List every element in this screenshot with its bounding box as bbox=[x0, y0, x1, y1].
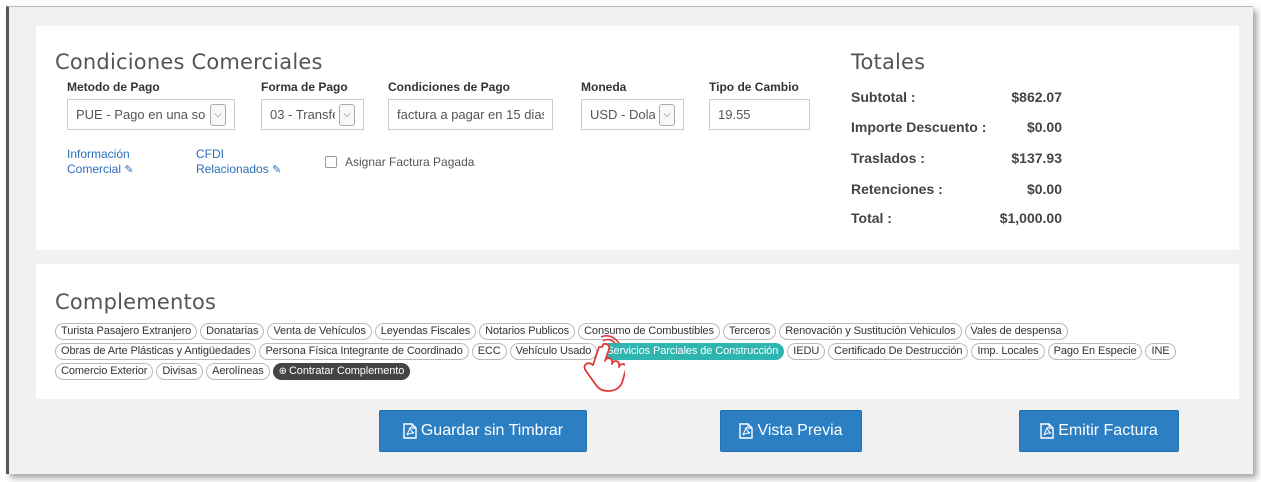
emitir-label: Emitir Factura bbox=[1058, 422, 1158, 439]
emitir-factura-button[interactable]: Emitir Factura bbox=[1019, 410, 1179, 452]
moneda-value: USD - Dolar bbox=[590, 107, 655, 122]
pdf-icon bbox=[1040, 423, 1054, 439]
chip-divisas[interactable]: Divisas bbox=[156, 363, 204, 380]
tipo-cambio-value: 19.55 bbox=[718, 107, 751, 122]
chip-donatarias[interactable]: Donatarias bbox=[200, 323, 265, 340]
chip-servicios-parciales-de-construccion[interactable]: Servicios Parciales de Construcción bbox=[600, 343, 785, 360]
chevron-down-icon: ⌵ bbox=[210, 103, 226, 126]
forma-pago-value: 03 - Transferencia bbox=[270, 107, 335, 122]
cfdi-line2: Relacionados bbox=[196, 162, 269, 176]
pencil-icon: ✎ bbox=[272, 164, 282, 176]
chevron-down-icon: ⌵ bbox=[339, 103, 355, 126]
condiciones-pago-value: factura a pagar en 15 dias bbox=[397, 107, 544, 122]
traslados-label: Traslados : bbox=[851, 150, 925, 166]
forma-pago-label: Forma de Pago bbox=[261, 80, 348, 94]
contratar-label: Contratar Complemento bbox=[288, 365, 405, 377]
total-value: $1,000.00 bbox=[999, 210, 1062, 226]
invoice-frame: Condiciones Comerciales Metodo de Pago P… bbox=[6, 6, 1253, 474]
chip-obras-de-arte-plasticas-y-antiguedades[interactable]: Obras de Arte Plásticas y Antigüedades bbox=[55, 343, 257, 360]
condiciones-title: Condiciones Comerciales bbox=[55, 50, 323, 74]
info-comercial-line2: Comercial bbox=[67, 162, 122, 176]
pdf-icon bbox=[739, 423, 754, 439]
chip-row-3: Comercio Exterior Divisas Aerolíneas ⊕ Contr… bbox=[55, 363, 1235, 380]
chip-certificado-de-destruccion[interactable]: Certificado De Destrucción bbox=[828, 343, 969, 360]
chip-venta-de-vehiculos[interactable]: Venta de Vehículos bbox=[267, 323, 372, 340]
condiciones-panel: Condiciones Comerciales Metodo de Pago P… bbox=[36, 26, 1239, 250]
cfdi-line1: CFDI bbox=[196, 147, 224, 161]
forma-pago-select[interactable]: 03 - Transferencia ⌵ bbox=[261, 99, 364, 130]
hand-pointer-icon bbox=[583, 335, 625, 392]
condiciones-pago-input[interactable]: factura a pagar en 15 dias bbox=[388, 99, 553, 130]
chip-turista-pasajero-extranjero[interactable]: Turista Pasajero Extranjero bbox=[55, 323, 198, 340]
asignar-pagada-label: Asignar Factura Pagada bbox=[345, 155, 475, 169]
chip-row-2: Obras de Arte Plásticas y Antigüedades Pe… bbox=[55, 343, 1235, 360]
chip-row-1: Turista Pasajero Extranjero Donatarias Ven… bbox=[55, 323, 1235, 340]
traslados-value: $137.93 bbox=[1011, 150, 1062, 166]
vista-previa-label: Vista Previa bbox=[757, 422, 843, 439]
chip-ine[interactable]: INE bbox=[1145, 343, 1176, 360]
metodo-pago-label: Metodo de Pago bbox=[67, 80, 160, 94]
complementos-title: Complementos bbox=[55, 290, 217, 314]
plus-circle-icon: ⊕ bbox=[278, 366, 287, 377]
chip-ecc[interactable]: ECC bbox=[471, 343, 507, 360]
guardar-sin-timbrar-button[interactable]: Guardar sin Timbrar bbox=[379, 410, 587, 452]
info-comercial-line1: Información bbox=[67, 147, 130, 161]
informacion-comercial-link[interactable]: Información Comercial ✎ bbox=[67, 147, 134, 178]
moneda-label: Moneda bbox=[581, 80, 627, 94]
descuento-value: $0.00 bbox=[1026, 119, 1062, 135]
retenciones-label: Retenciones : bbox=[851, 181, 943, 197]
moneda-select[interactable]: USD - Dolar ⌵ bbox=[581, 99, 684, 130]
asignar-pagada-checkbox[interactable] bbox=[325, 156, 337, 168]
chip-imp-locales[interactable]: Imp. Locales bbox=[971, 343, 1045, 360]
total-label: Total : bbox=[851, 210, 892, 226]
subtotal-value: $862.07 bbox=[1011, 89, 1062, 105]
chip-notarios-publicos[interactable]: Notarios Publicos bbox=[479, 323, 576, 340]
chip-iedu[interactable]: IEDU bbox=[787, 343, 826, 360]
metodo-pago-value: PUE - Pago en una sola exhibición bbox=[76, 107, 206, 122]
complementos-panel: Complementos Turista Pasajero Extranjero… bbox=[36, 264, 1239, 399]
tipo-cambio-input[interactable]: 19.55 bbox=[709, 99, 810, 130]
chip-terceros[interactable]: Terceros bbox=[722, 323, 777, 340]
chip-persona-fisica-integrante-de-coordinado[interactable]: Persona Física Integrante de Coordinado bbox=[259, 343, 469, 360]
chip-vales-de-despensa[interactable]: Vales de despensa bbox=[964, 323, 1068, 340]
complementos-chip-list: Turista Pasajero Extranjero Donatarias Ven… bbox=[55, 323, 1235, 383]
totales-title: Totales bbox=[851, 50, 926, 74]
pencil-icon: ✎ bbox=[124, 164, 134, 176]
vista-previa-button[interactable]: Vista Previa bbox=[720, 410, 862, 452]
chip-pago-en-especie[interactable]: Pago En Especie bbox=[1047, 343, 1143, 360]
pdf-icon bbox=[403, 423, 417, 439]
cfdi-relacionados-link[interactable]: CFDI Relacionados ✎ bbox=[196, 147, 281, 178]
chip-renovacion-y-sustitucion-vehiculos[interactable]: Renovación y Sustitución Vehiculos bbox=[779, 323, 962, 340]
guardar-label: Guardar sin Timbrar bbox=[420, 422, 564, 439]
condiciones-pago-label: Condiciones de Pago bbox=[388, 80, 511, 94]
chip-leyendas-fiscales[interactable]: Leyendas Fiscales bbox=[374, 323, 477, 340]
chip-aerolineas[interactable]: Aerolíneas bbox=[206, 363, 270, 380]
chip-comercio-exterior[interactable]: Comercio Exterior bbox=[55, 363, 154, 380]
retenciones-value: $0.00 bbox=[1026, 181, 1062, 197]
tipo-cambio-label: Tipo de Cambio bbox=[709, 80, 799, 94]
subtotal-label: Subtotal : bbox=[851, 89, 916, 105]
asignar-factura-pagada[interactable]: Asignar Factura Pagada bbox=[325, 155, 474, 169]
chevron-down-icon: ⌵ bbox=[659, 103, 675, 126]
metodo-pago-select[interactable]: PUE - Pago en una sola exhibición ⌵ bbox=[67, 99, 235, 130]
contratar-complemento-button[interactable]: ⊕ Contratar Complemento bbox=[272, 363, 411, 380]
